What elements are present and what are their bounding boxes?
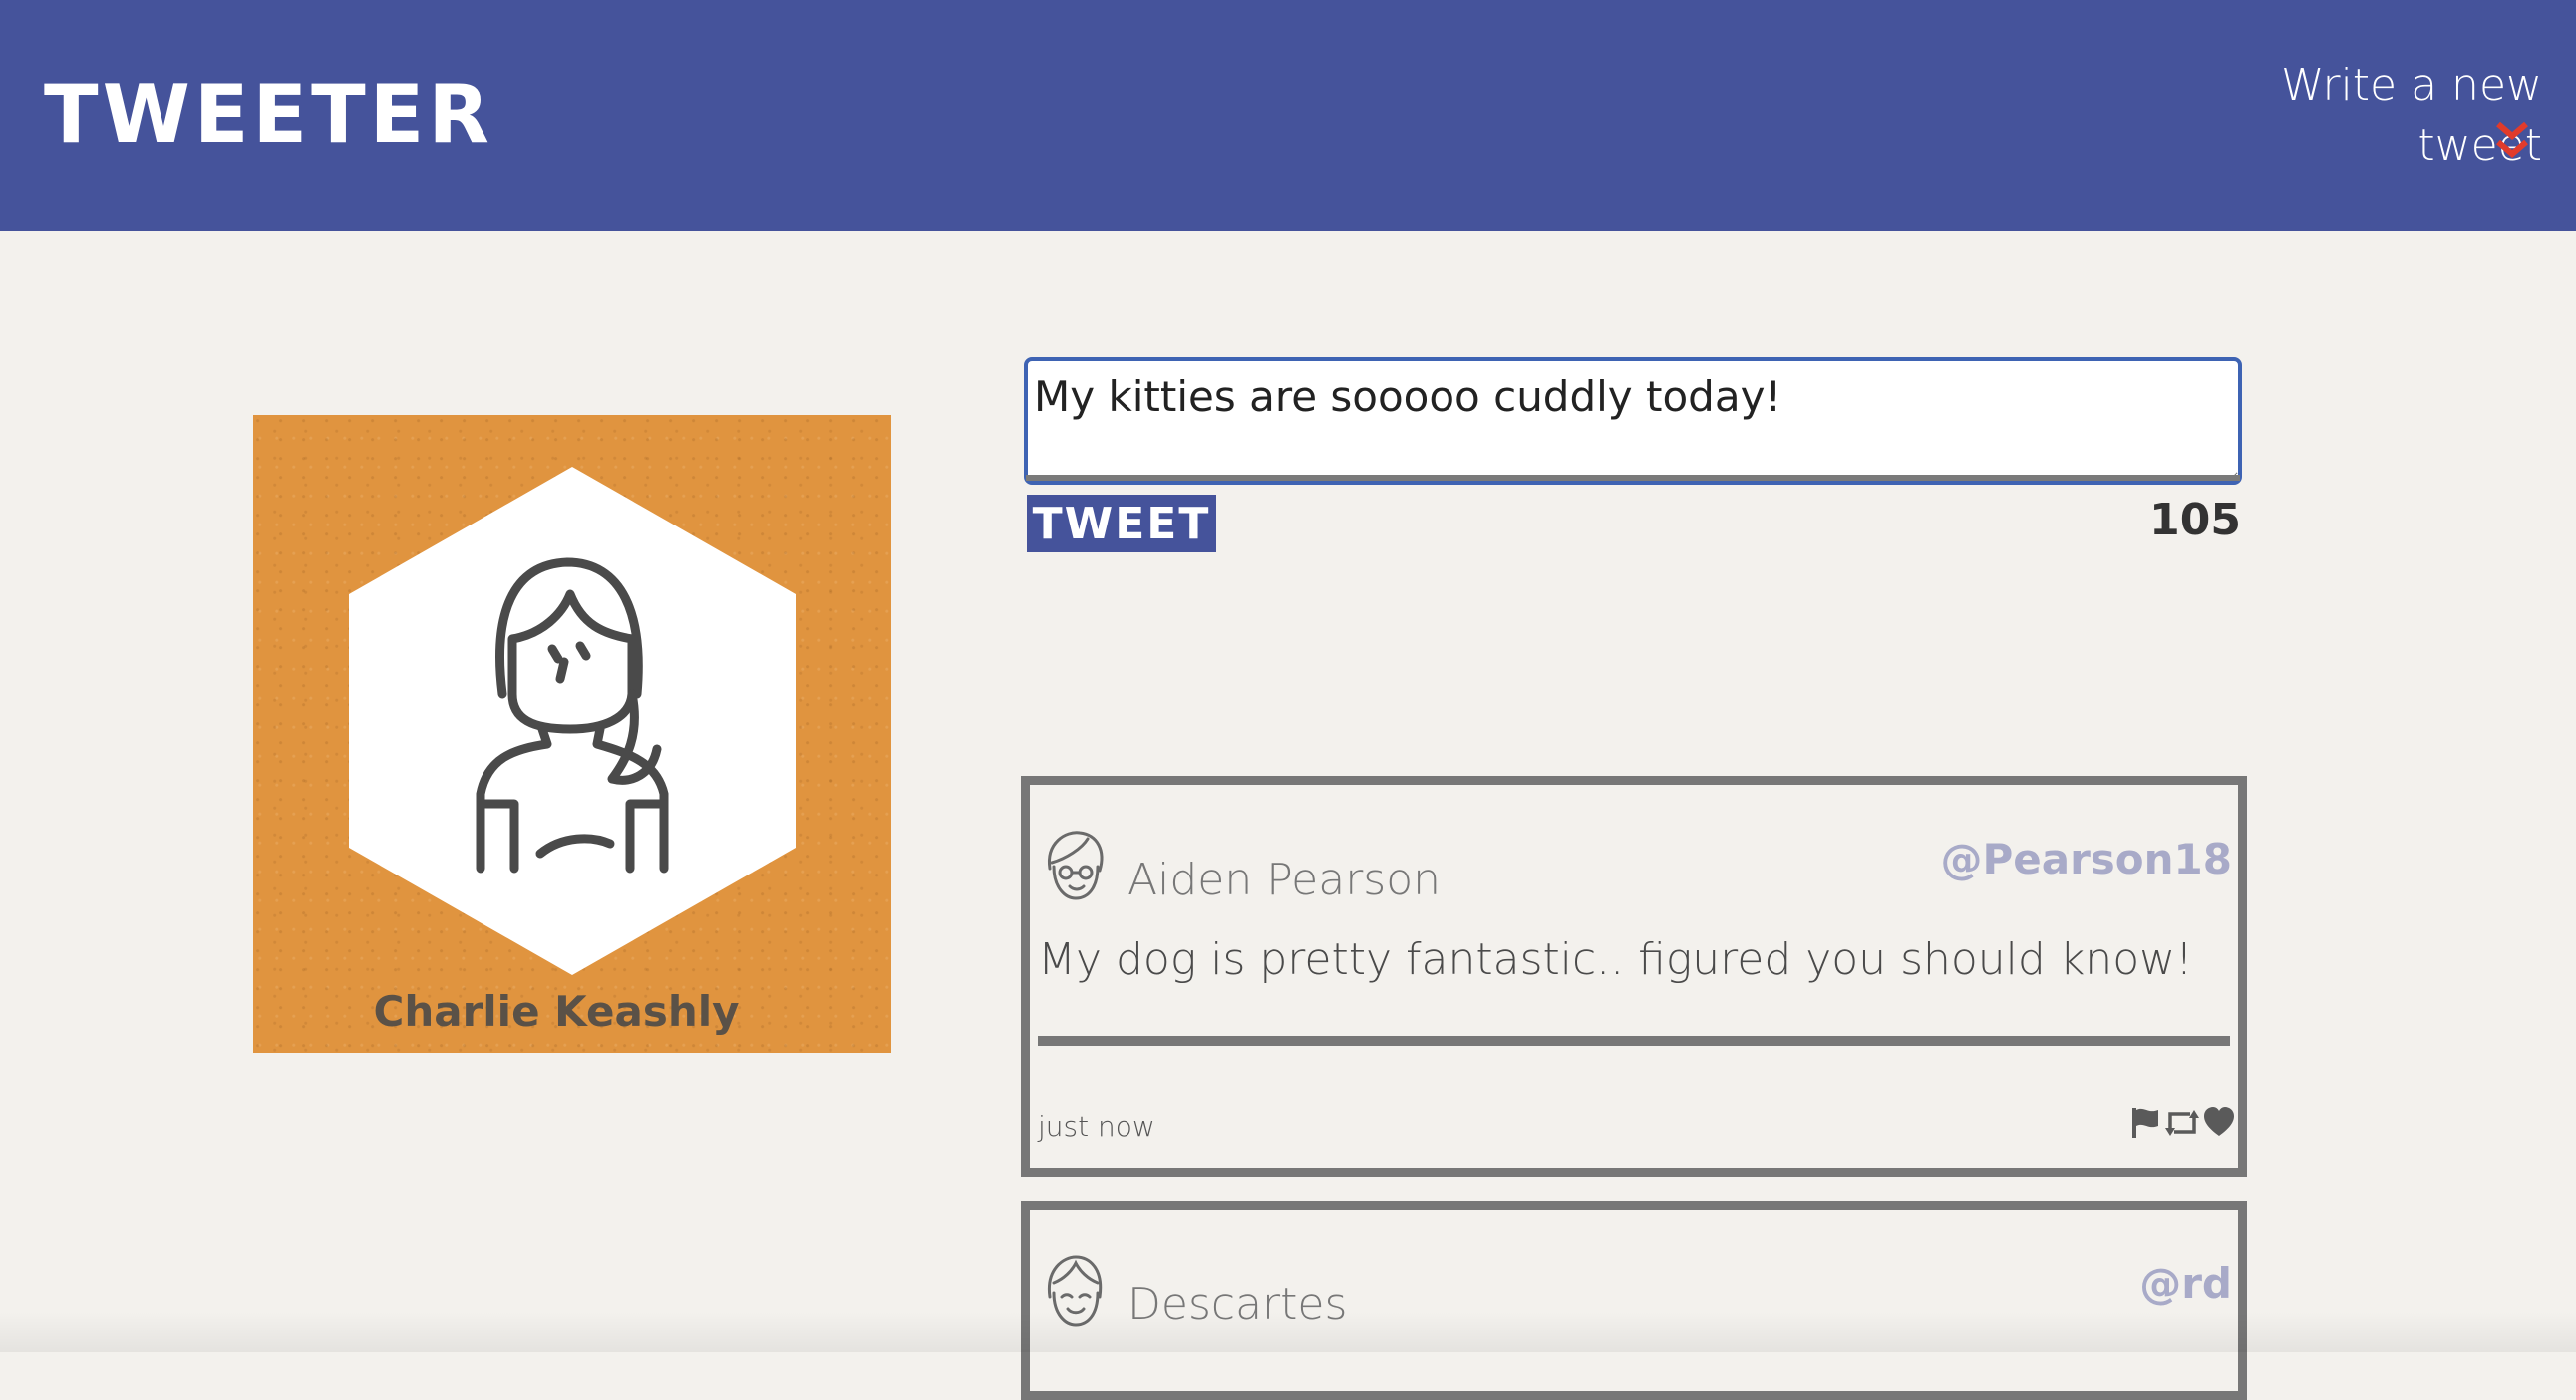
tweet-divider	[1038, 1036, 2230, 1046]
tweet-author-handle[interactable]: @rd	[2139, 1259, 2232, 1308]
tweet-author-handle[interactable]: @Pearson18	[1940, 835, 2232, 883]
profile-card: Charlie Keashly	[253, 415, 891, 1053]
compose-input-underline	[1026, 475, 2240, 481]
man-with-glasses-avatar-icon	[1048, 831, 1104, 900]
tweet-card: Aiden Pearson @Pearson18 My dog is prett…	[1021, 776, 2247, 1177]
flag-icon[interactable]	[2130, 1106, 2160, 1140]
tweet-compose-input[interactable]: My kitties are sooooo cuddly today!	[1024, 357, 2242, 485]
retweet-icon[interactable]	[2164, 1106, 2200, 1140]
top-nav-bar: TWEETER Write a new tweet	[0, 0, 2576, 231]
double-chevron-down-icon[interactable]	[2494, 120, 2530, 162]
tweet-submit-button[interactable]: TWEET	[1027, 495, 1216, 552]
write-new-tweet-toggle[interactable]: Write a new tweet	[2163, 56, 2542, 171]
woman-avatar-icon	[476, 557, 669, 874]
heart-icon[interactable]	[2204, 1106, 2234, 1140]
tweet-author-name[interactable]: Descartes	[1127, 1279, 1347, 1330]
tweet-actions	[2130, 1106, 2234, 1140]
app-logo[interactable]: TWEETER	[44, 68, 493, 161]
smiling-avatar-icon	[1047, 1255, 1103, 1327]
profile-name: Charlie Keashly	[373, 987, 740, 1036]
tweet-author-name[interactable]: Aiden Pearson	[1127, 855, 1441, 905]
character-counter: 105	[2149, 495, 2241, 545]
write-new-tweet-label[interactable]: Write a new tweet	[2163, 56, 2542, 175]
tweet-card: Descartes @rd	[1021, 1201, 2247, 1400]
tweet-timestamp: just now	[1038, 1110, 1155, 1143]
tweet-body-text: My dog is pretty fantastic.. figured you…	[1038, 934, 2193, 985]
